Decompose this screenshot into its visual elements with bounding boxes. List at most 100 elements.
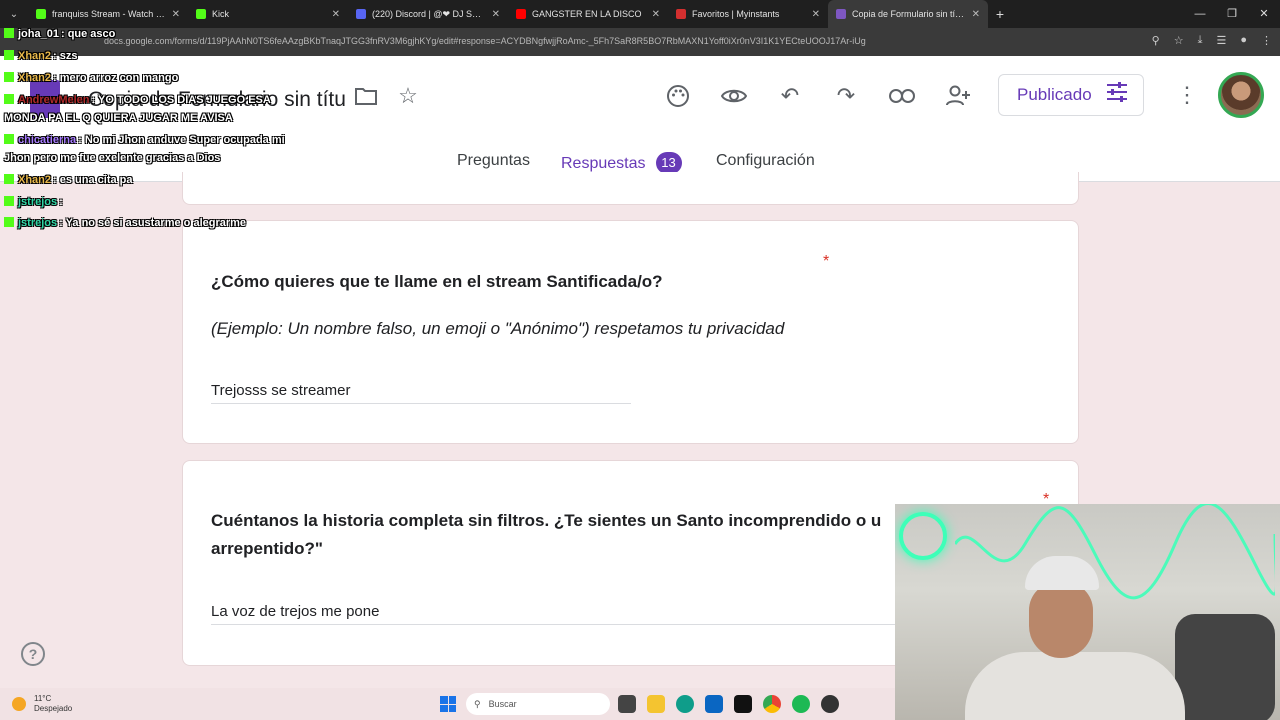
weather-temperature: 11°C	[34, 694, 52, 703]
chat-text: : YO TODO LOS DIAS JUEGO ESA	[91, 94, 271, 106]
url-text[interactable]: docs.google.com/forms/d/119PjAAhN0TS6feA…	[104, 36, 866, 46]
add-collaborator-icon[interactable]	[944, 82, 972, 110]
windows-start-icon[interactable]	[440, 696, 456, 712]
maximize-icon[interactable]: ❐	[1216, 0, 1248, 28]
new-tab-button[interactable]: +	[988, 6, 1012, 22]
address-bar: docs.google.com/forms/d/119PjAAhN0TS6feA…	[0, 28, 1280, 56]
chat-username[interactable]: AndrewMelen	[18, 94, 90, 106]
spotify-icon[interactable]	[792, 695, 810, 713]
kick-badge-icon	[4, 196, 14, 206]
tab-configuracion[interactable]: Configuración	[716, 152, 815, 170]
chat-text: :	[59, 196, 63, 208]
neon-light-decoration	[955, 504, 1275, 600]
chrome-icon[interactable]	[763, 695, 781, 713]
chat-message: jstrejos:	[4, 196, 63, 208]
question-title-line-1: Cuéntanos la historia completa sin filtr…	[211, 511, 882, 530]
more-options-icon[interactable]: ⋮	[1176, 82, 1198, 108]
streamer-body	[965, 652, 1185, 720]
tab-title: GANGSTER EN LA DISCO	[532, 9, 642, 19]
browser-tab-strip: ⌄ franquiss Stream - Watch Live o✕Kick✕(…	[0, 0, 1280, 28]
app-y-icon[interactable]	[734, 695, 752, 713]
chat-message: Xhan2: szs	[4, 50, 77, 62]
chat-username[interactable]: Xhan2	[18, 72, 51, 84]
minimize-icon[interactable]: —	[1184, 0, 1216, 28]
chat-text: : Ya no sé si asustarme o alegrarme	[59, 217, 247, 229]
zoom-icon[interactable]: ⚲	[1152, 34, 1160, 47]
chat-username[interactable]: jstrejos	[18, 196, 57, 208]
chat-message: AndrewMelen: YO TODO LOS DIAS JUEGO ESA	[4, 94, 271, 106]
browser-menu-icon[interactable]: ⋮	[1261, 34, 1272, 47]
link-icon[interactable]	[888, 82, 916, 110]
chat-message: MONDA PA EL Q QUIERA JUGAR ME AVISA	[4, 112, 233, 124]
chat-text: : que asco	[60, 28, 116, 40]
neon-smiley-sign	[899, 512, 947, 560]
undo-icon[interactable]: ↶	[776, 82, 804, 110]
obs-icon[interactable]	[821, 695, 839, 713]
tab-preguntas[interactable]: Preguntas	[457, 152, 530, 170]
tab-close-icon[interactable]: ✕	[332, 9, 340, 20]
publish-button[interactable]: Publicado	[998, 74, 1144, 116]
chat-username[interactable]: Xhan2	[18, 50, 51, 62]
task-view-icon[interactable]	[618, 695, 636, 713]
bookmark-star-icon[interactable]: ☆	[1174, 34, 1184, 47]
tab-close-icon[interactable]: ✕	[492, 9, 500, 20]
taskbar-search[interactable]: ⚲ Buscar	[466, 693, 610, 715]
required-asterisk: *	[823, 253, 830, 270]
previous-question-card	[182, 172, 1079, 205]
chat-text: : es una cita pa	[53, 174, 133, 186]
chat-username[interactable]: joha_01	[18, 28, 59, 40]
help-icon[interactable]: ?	[21, 642, 45, 666]
answer-text: La voz de trejos me pone	[211, 603, 380, 620]
kick-badge-icon	[4, 217, 14, 227]
gaming-chair	[1175, 614, 1275, 720]
folder-icon[interactable]	[352, 82, 380, 110]
browser-tab[interactable]: Favoritos | Myinstants ✕	[668, 0, 828, 28]
store-icon[interactable]	[705, 695, 723, 713]
tab-favicon-icon	[836, 9, 846, 19]
publish-label: Publicado	[1017, 85, 1092, 104]
avatar[interactable]	[1218, 72, 1264, 118]
answer-underline	[211, 403, 631, 404]
tab-favicon-icon	[516, 9, 526, 19]
search-icon: ⚲	[474, 698, 481, 709]
windows-taskbar: 11°C Despejado ⚲ Buscar	[0, 688, 895, 720]
redo-icon[interactable]: ↷	[832, 82, 860, 110]
chat-message: jstrejos: Ya no sé si asustarme o alegra…	[4, 217, 246, 229]
file-explorer-icon[interactable]	[647, 695, 665, 713]
tab-search-chevron-icon[interactable]: ⌄	[0, 0, 28, 28]
browser-tab[interactable]: franquiss Stream - Watch Live o ✕	[28, 0, 188, 28]
window-controls: — ❐ ✕	[1184, 0, 1280, 28]
chat-text: : szs	[53, 50, 78, 62]
tab-respuestas[interactable]: Respuestas 13	[561, 152, 682, 174]
chat-username[interactable]: Xhan2	[18, 174, 51, 186]
weather-widget[interactable]: 11°C Despejado	[12, 694, 72, 714]
tab-title: (220) Discord | @❤ DJ SANRO	[372, 8, 486, 19]
tab-close-icon[interactable]: ✕	[972, 9, 980, 20]
answer-underline	[211, 624, 901, 625]
media-control-icon[interactable]: ☰	[1216, 34, 1226, 47]
question-card: * ¿Cómo quieres que te llame en el strea…	[182, 220, 1079, 444]
kick-badge-icon	[4, 72, 14, 82]
question-description: (Ejemplo: Un nombre falso, un emoji o "A…	[211, 319, 785, 338]
tab-close-icon[interactable]: ✕	[172, 9, 180, 20]
chat-message: joha_01: que asco	[4, 28, 115, 40]
chat-text: MONDA PA EL Q QUIERA JUGAR ME AVISA	[4, 112, 233, 124]
chat-username[interactable]: chicatierna	[18, 134, 76, 146]
browser-tab[interactable]: Copia de Formulario sin título ✕	[828, 0, 988, 28]
palette-icon[interactable]	[664, 82, 692, 110]
close-window-icon[interactable]: ✕	[1248, 0, 1280, 28]
download-icon[interactable]: ⤓	[1198, 34, 1203, 47]
browser-tab[interactable]: (220) Discord | @❤ DJ SANRO ✕	[348, 0, 508, 28]
browser-tab[interactable]: Kick ✕	[188, 0, 348, 28]
tab-respuestas-label: Respuestas	[561, 155, 646, 172]
tune-icon	[1106, 82, 1128, 108]
star-icon[interactable]: ☆	[394, 82, 422, 110]
edge-icon[interactable]	[676, 695, 694, 713]
preview-eye-icon[interactable]	[720, 82, 748, 110]
browser-tab[interactable]: GANGSTER EN LA DISCO ✕	[508, 0, 668, 28]
tab-close-icon[interactable]: ✕	[812, 9, 820, 20]
chat-username[interactable]: jstrejos	[18, 217, 57, 229]
search-placeholder: Buscar	[488, 699, 517, 709]
tab-close-icon[interactable]: ✕	[652, 9, 660, 20]
profile-icon[interactable]: ●	[1240, 34, 1247, 47]
